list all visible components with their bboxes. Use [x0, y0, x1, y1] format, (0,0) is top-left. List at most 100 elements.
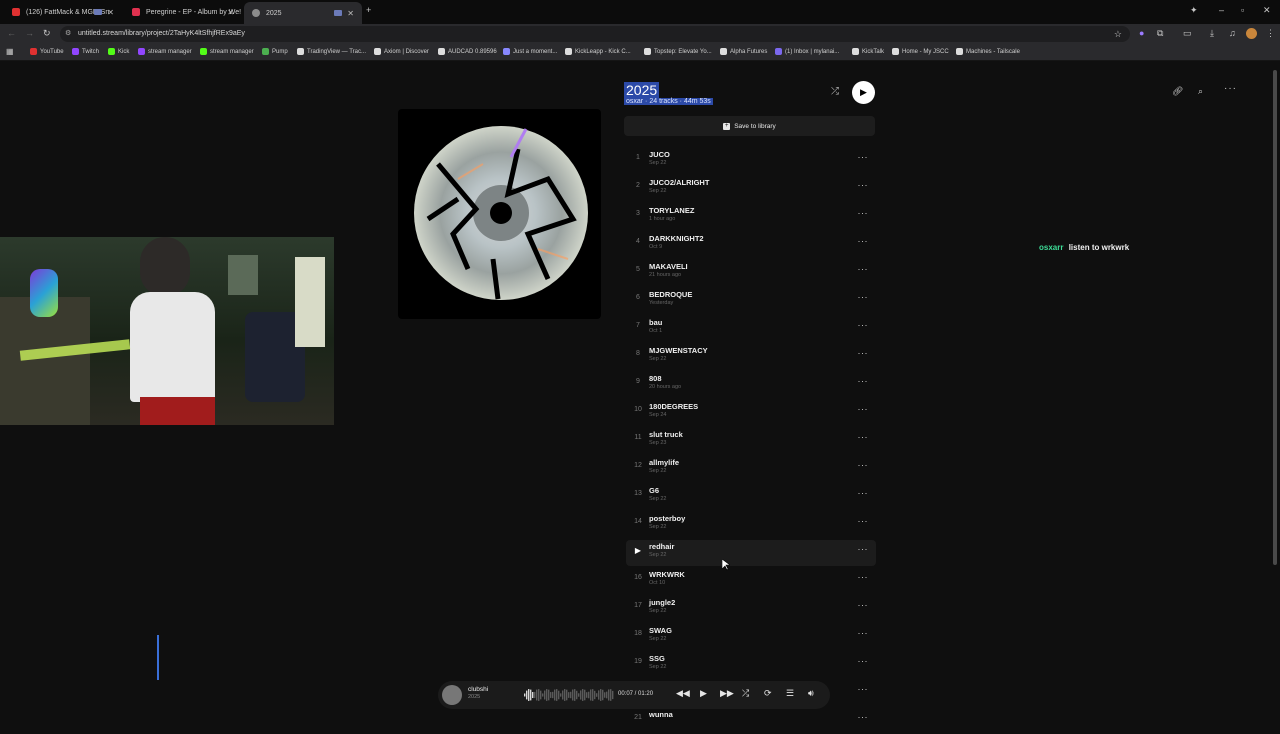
track-more-icon[interactable]: ··· [858, 544, 869, 554]
track-more-icon[interactable]: ··· [858, 180, 869, 190]
media-control-icon[interactable]: ♫ [1229, 28, 1236, 38]
browser-tab-active[interactable]: 2025 ✕ [244, 2, 362, 24]
shuffle-icon[interactable]: ⤮ [742, 688, 749, 699]
bookmark-topstep[interactable]: Topstep: Elevate Yo... [644, 48, 712, 55]
track-more-icon[interactable]: ··· [858, 320, 869, 330]
track-row[interactable]: 12 allmylife Sep 22 ··· [626, 456, 876, 482]
track-row[interactable]: 5 MAKAVELI 21 hours ago ··· [626, 260, 876, 286]
play-icon[interactable]: ▶ [700, 688, 707, 699]
track-row[interactable]: 13 G6 Sep 22 ··· [626, 484, 876, 510]
track-row[interactable]: 8 MJGWENSTACY Sep 22 ··· [626, 344, 876, 370]
bookmark-kick[interactable]: Kick [108, 48, 129, 55]
site-info-icon[interactable]: ⚙ [65, 26, 71, 42]
back-icon[interactable]: ← [7, 28, 16, 38]
bookmark-axiom[interactable]: Axiom | Discover [374, 48, 429, 55]
apps-grid-icon[interactable]: ▦ [6, 47, 14, 56]
queue-icon[interactable]: ☰ [786, 688, 794, 699]
address-bar[interactable]: ⚙ untitled.stream/library/project/2TaHyK… [60, 26, 1130, 42]
bookmark-alpha-futures[interactable]: Alpha Futures [720, 48, 767, 55]
close-window-icon[interactable]: ✕ [1263, 5, 1271, 16]
track-more-icon[interactable]: ··· [858, 152, 869, 162]
bookmark-tradingview[interactable]: TradingView — Trac... [297, 48, 366, 55]
fast-forward-icon[interactable]: ▶▶ [720, 688, 734, 699]
track-more-icon[interactable]: ··· [858, 488, 869, 498]
download-icon[interactable]: ⤓ [1210, 28, 1214, 39]
more-options-icon[interactable]: ··· [1224, 83, 1237, 94]
close-tab-icon[interactable]: ✕ [227, 8, 234, 17]
track-row[interactable]: 3 TORYLANEZ 1 hour ago ··· [626, 204, 876, 230]
bookmark-stream-manager-twitch[interactable]: stream manager [138, 48, 192, 55]
track-row[interactable]: 16 WRKWRK Oct 10 ··· [626, 568, 876, 594]
waveform-scrubber[interactable] [524, 688, 614, 702]
bookmark-just-a-moment[interactable]: Just a moment... [503, 48, 557, 55]
browser-tab-1[interactable]: (126) FattMack & MGM Sn ✕ [4, 3, 122, 21]
play-track-icon[interactable]: ▶ [630, 546, 646, 555]
track-more-icon[interactable]: ··· [858, 600, 869, 610]
search-icon[interactable]: ⌕ [1198, 86, 1203, 97]
track-row[interactable]: 4 DARKKNIGHT2 Oct 9 ··· [626, 232, 876, 258]
extensions-puzzle-icon[interactable]: ⧉ [1157, 28, 1163, 39]
track-more-icon[interactable]: ··· [858, 236, 869, 246]
audio-indicator-icon[interactable] [334, 10, 342, 16]
tab-search-icon[interactable]: ✦ [1190, 5, 1198, 16]
track-row[interactable]: 9 808 20 hours ago ··· [626, 372, 876, 398]
bookmark-twitch[interactable]: Twitch [72, 48, 99, 55]
bookmark-stream-manager-kick[interactable]: stream manager [200, 48, 254, 55]
bookmark-kickleapp[interactable]: KickLeapp - Kick C... [565, 48, 631, 55]
extension-icon[interactable]: ● [1139, 28, 1144, 38]
track-more-icon[interactable]: ··· [858, 656, 869, 666]
track-more-icon[interactable]: ··· [858, 460, 869, 470]
track-row[interactable]: 14 posterboy Sep 22 ··· [626, 512, 876, 538]
repeat-icon[interactable]: ⟳ [764, 688, 772, 699]
browser-menu-icon[interactable]: ⋮ [1266, 28, 1275, 39]
close-tab-icon[interactable]: ✕ [347, 9, 354, 18]
bookmark-kicktalk[interactable]: KickTalk [852, 48, 884, 55]
rewind-icon[interactable]: ◀◀ [676, 688, 690, 699]
track-more-icon[interactable]: ··· [858, 572, 869, 582]
bookmark-star-icon[interactable]: ☆ [1114, 26, 1122, 42]
track-more-icon[interactable]: ··· [858, 208, 869, 218]
reload-icon[interactable]: ↻ [43, 28, 51, 39]
track-more-icon[interactable]: ··· [858, 348, 869, 358]
track-row[interactable]: 7 bau Oct 1 ··· [626, 316, 876, 342]
bookmark-inbox[interactable]: (1) Inbox | mylanai... [775, 48, 839, 55]
close-tab-icon[interactable]: ✕ [107, 8, 114, 17]
track-row[interactable]: 21 wunna ··· [626, 708, 876, 734]
profile-avatar[interactable] [1246, 28, 1257, 39]
play-project-button[interactable]: ▶ [852, 81, 875, 104]
track-row[interactable]: 11 slut truck Sep 23 ··· [626, 428, 876, 454]
track-more-icon[interactable]: ··· [858, 292, 869, 302]
track-more-icon[interactable]: ··· [858, 264, 869, 274]
track-more-icon[interactable]: ··· [858, 712, 869, 722]
new-tab-icon[interactable]: + [366, 5, 371, 15]
track-more-icon[interactable]: ··· [858, 628, 869, 638]
bookmark-youtube[interactable]: YouTube [30, 48, 64, 55]
page-scrollbar[interactable] [1273, 70, 1277, 565]
track-row[interactable]: 10 180DEGREES Sep 24 ··· [626, 400, 876, 426]
track-more-icon[interactable]: ··· [858, 516, 869, 526]
track-more-icon[interactable]: ··· [858, 432, 869, 442]
save-to-library-button[interactable]: + Save to library [624, 116, 875, 136]
track-row[interactable]: 2 JUCO2/ALRIGHT Sep 22 ··· [626, 176, 876, 202]
track-row[interactable]: 6 BEDROQUE Yesterday ··· [626, 288, 876, 314]
sidepanel-icon[interactable]: ▭ [1183, 28, 1192, 39]
volume-icon[interactable]: 🔊︎ [808, 688, 814, 699]
link-icon[interactable]: 🔗︎ [1172, 86, 1183, 97]
track-more-icon[interactable]: ··· [858, 684, 869, 694]
maximize-icon[interactable]: ▫ [1241, 5, 1244, 15]
bookmark-audcad[interactable]: AUDCAD 0.89596 [438, 48, 497, 55]
bookmark-tailscale[interactable]: Machines - Tailscale [956, 48, 1020, 55]
bookmark-pump[interactable]: Pump [262, 48, 288, 55]
track-row[interactable]: 19 SSG Sep 22 ··· [626, 652, 876, 678]
track-row[interactable]: ▶ redhair Sep 22 ··· [626, 540, 876, 566]
track-row[interactable]: 18 SWAG Sep 22 ··· [626, 624, 876, 650]
track-row[interactable]: 1 JUCO Sep 22 ··· [626, 148, 876, 174]
forward-icon[interactable]: → [25, 28, 34, 38]
track-row[interactable]: 17 jungle2 Sep 22 ··· [626, 596, 876, 622]
bookmark-jscc[interactable]: Home - My JSCC [892, 48, 949, 55]
audio-indicator-icon[interactable] [94, 9, 102, 15]
track-more-icon[interactable]: ··· [858, 376, 869, 386]
browser-tab-2[interactable]: Peregrine - EP - Album by We! ✕ [124, 3, 242, 21]
minimize-icon[interactable]: – [1219, 5, 1224, 15]
track-more-icon[interactable]: ··· [858, 404, 869, 414]
